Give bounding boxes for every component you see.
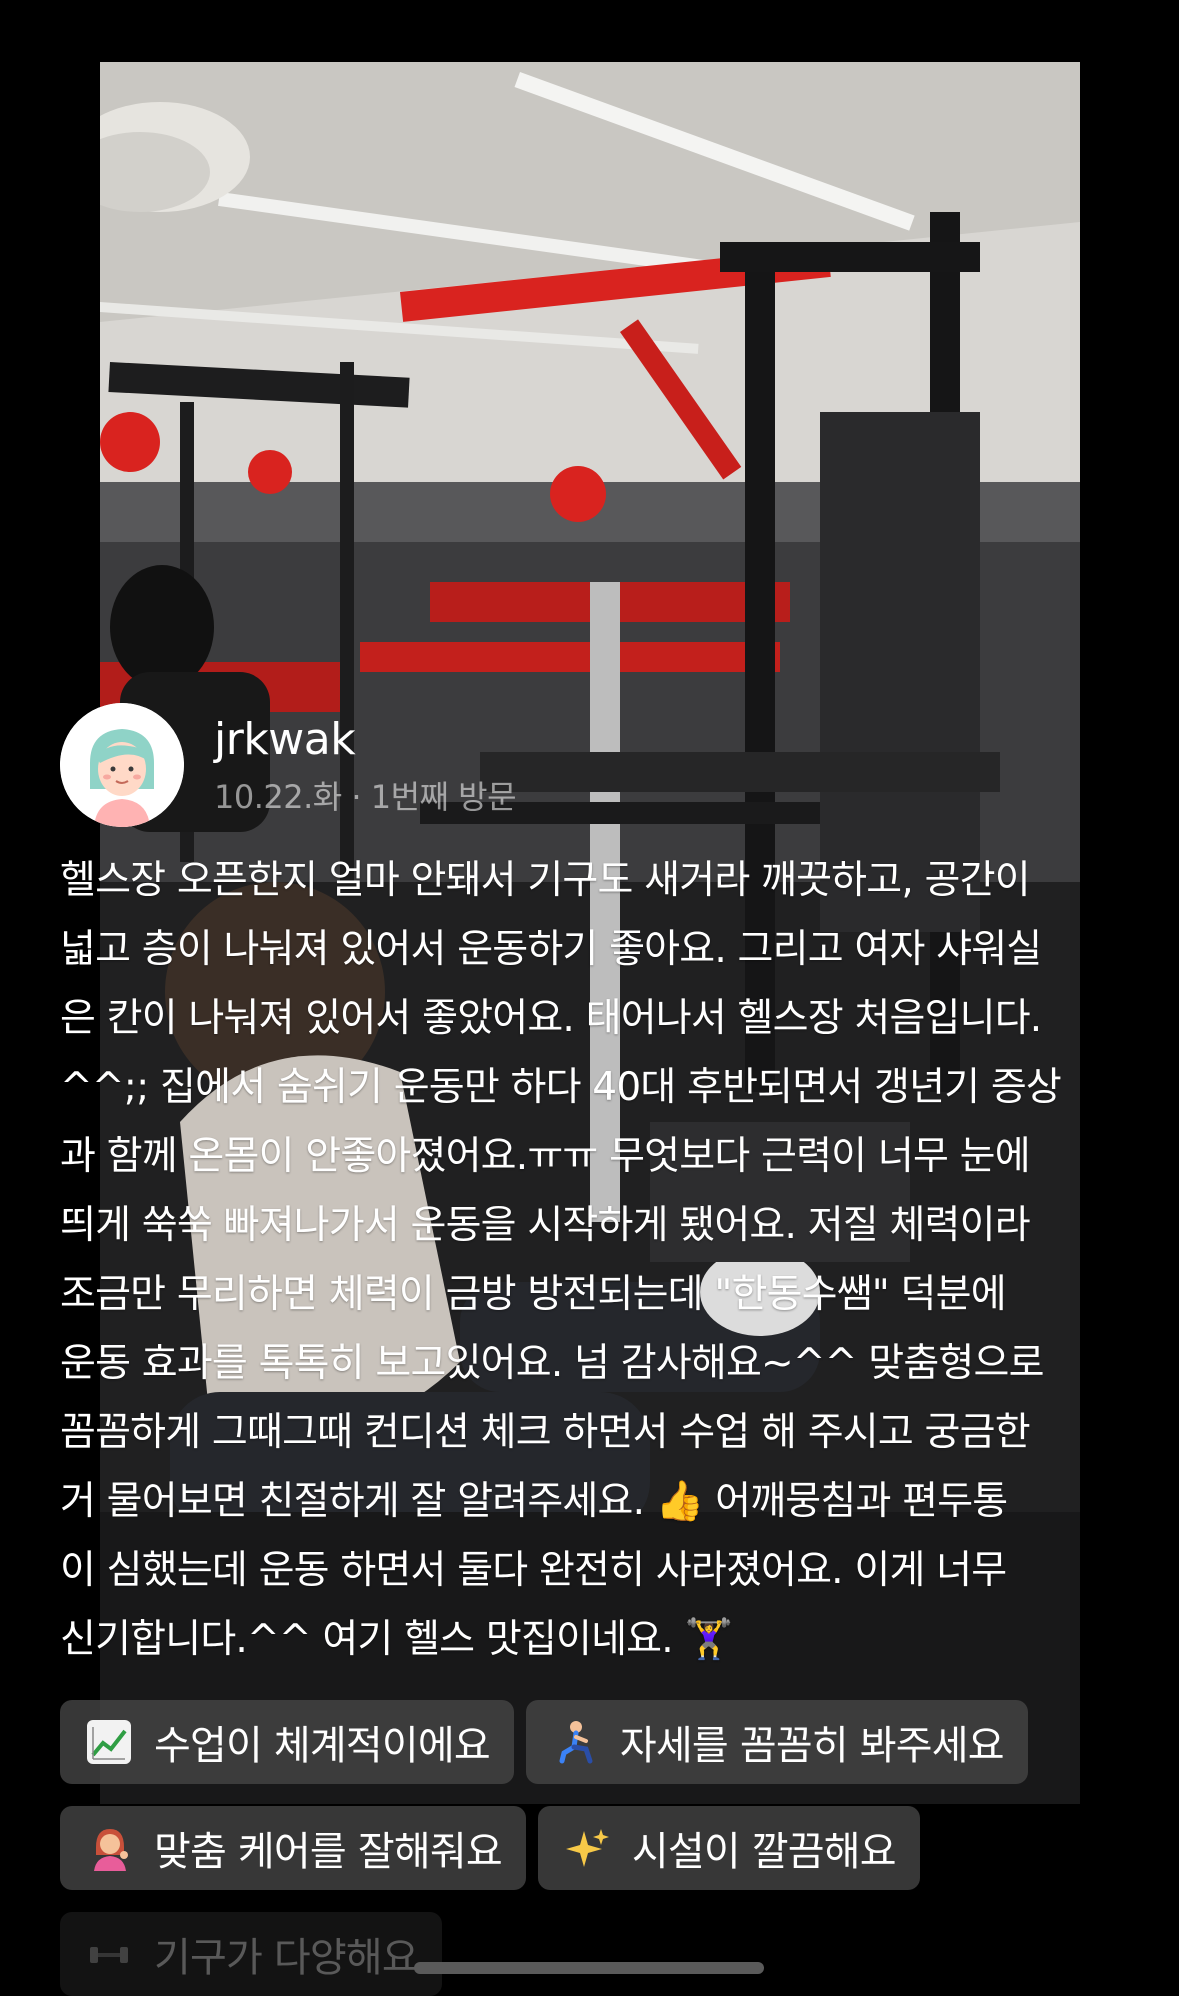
person-tipping-hand-icon xyxy=(84,1823,134,1873)
home-indicator[interactable] xyxy=(414,1962,764,1974)
tag-label: 자세를 꼼꼼히 봐주세요 xyxy=(619,1723,1005,1769)
username[interactable]: jrkwak xyxy=(214,713,516,767)
avatar[interactable] xyxy=(60,703,184,827)
review-text: 헬스장 오픈한지 얼마 안돼서 기구도 새거라 깨끗하고, 공간이 넓고 층이 … xyxy=(60,858,1062,1662)
tag-label: 맞춤 케어를 잘해줘요 xyxy=(154,1829,503,1875)
visit-count: 1번째 방문 xyxy=(370,778,517,816)
tag-label: 수업이 체계적이에요 xyxy=(154,1723,491,1769)
person-lunging-icon xyxy=(550,1717,600,1767)
chart-increasing-icon xyxy=(84,1717,134,1767)
tag-label: 시설이 깔끔해요 xyxy=(631,1829,897,1875)
tag-custom-care[interactable]: 맞춤 케어를 잘해줘요 xyxy=(60,1806,526,1890)
visit-info: 10.22.화 · 1번째 방문 xyxy=(214,777,517,817)
visit-date: 10.22.화 xyxy=(214,778,342,816)
visit-separator: · xyxy=(341,778,371,816)
sparkles-icon xyxy=(562,1823,612,1873)
tag-systematic-class[interactable]: 수업이 체계적이에요 xyxy=(60,1700,514,1784)
avatar-illustration-icon xyxy=(60,703,184,827)
dumbbell-icon xyxy=(84,1929,134,1979)
review-author: jrkwak 10.22.화 · 1번째 방문 xyxy=(60,702,517,828)
tag-label: 기구가 다양해요 xyxy=(154,1935,419,1981)
tag-clean-facility[interactable]: 시설이 깔끔해요 xyxy=(537,1806,920,1890)
tag-various-equipment[interactable]: 기구가 다양해요 xyxy=(60,1912,442,1996)
tag-posture-check[interactable]: 자세를 꼼꼼히 봐주세요 xyxy=(525,1700,1028,1784)
review-keyword-tags: 수업이 체계적이에요 자세를 꼼꼼히 봐주세요 맞춤 케어를 잘해줘요 시설이 … xyxy=(60,1700,1140,1996)
